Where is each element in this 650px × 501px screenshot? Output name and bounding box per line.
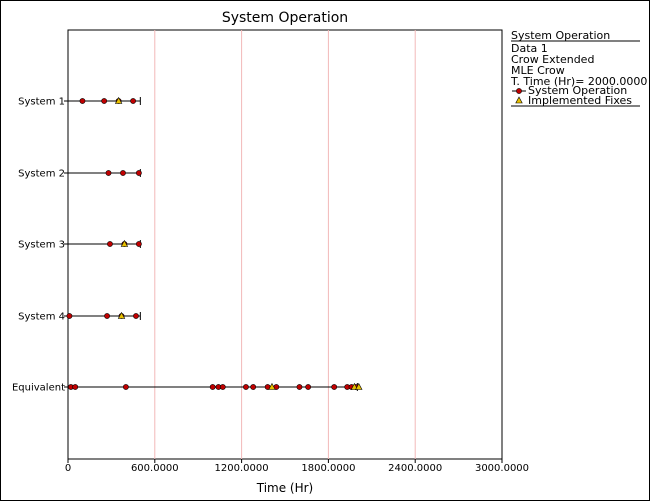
x-tick-label-4: 2400.0000 [388,463,442,474]
x-tick-label-3: 1800.0000 [301,463,355,474]
failure-point-3-1 [104,313,110,319]
failure-point-4-12 [331,384,338,390]
y-tick-label-1: System 2 [18,169,65,180]
chart-title: System Operation [222,10,348,26]
failure-point-4-5 [219,384,226,390]
failure-point-1-2 [135,170,142,176]
failure-point-4-1 [72,384,79,390]
y-tick-label-3: System 4 [18,312,65,323]
failure-point-4-7 [250,384,257,390]
legend-series-fixes: Implemented Fixes [528,94,632,107]
failure-point-4-10 [296,384,303,390]
failure-point-1-0 [105,170,112,176]
failure-point-0-0 [79,98,86,104]
legend: System Operation Data 1 Crow Extended ML… [510,29,647,107]
failure-point-4-2 [122,384,129,390]
failure-point-2-2 [135,241,142,247]
failure-point-4-3 [209,384,216,390]
y-tick-label-2: System 3 [18,240,65,251]
x-tick-label-1: 600.0000 [131,463,179,474]
failure-point-0-3 [130,98,136,104]
y-tick-label-4: Equivalent [12,383,65,394]
legend-fix-marker [515,96,523,104]
chart-svg: 0 600.0000 1200.0000 1800.0000 2400.0000 3000… [12,10,647,495]
x-tick-label-0: 0 [65,463,71,474]
failure-point-4-11 [305,384,312,390]
failure-point-1-1 [120,170,126,176]
failure-point-2-0 [107,241,113,247]
x-tick-label-2: 1200.0000 [215,463,269,474]
legend-operation-marker [516,88,522,94]
failure-point-3-0 [66,313,73,319]
y-tick-label-0: System 1 [18,97,65,108]
legend-header: System Operation [511,29,610,42]
x-axis-title: Time (Hr) [256,481,314,495]
failure-point-4-6 [243,384,249,390]
x-tick-label-5: 3000.0000 [475,463,529,474]
failure-point-3-3 [133,313,139,319]
failure-point-0-1 [101,98,108,104]
